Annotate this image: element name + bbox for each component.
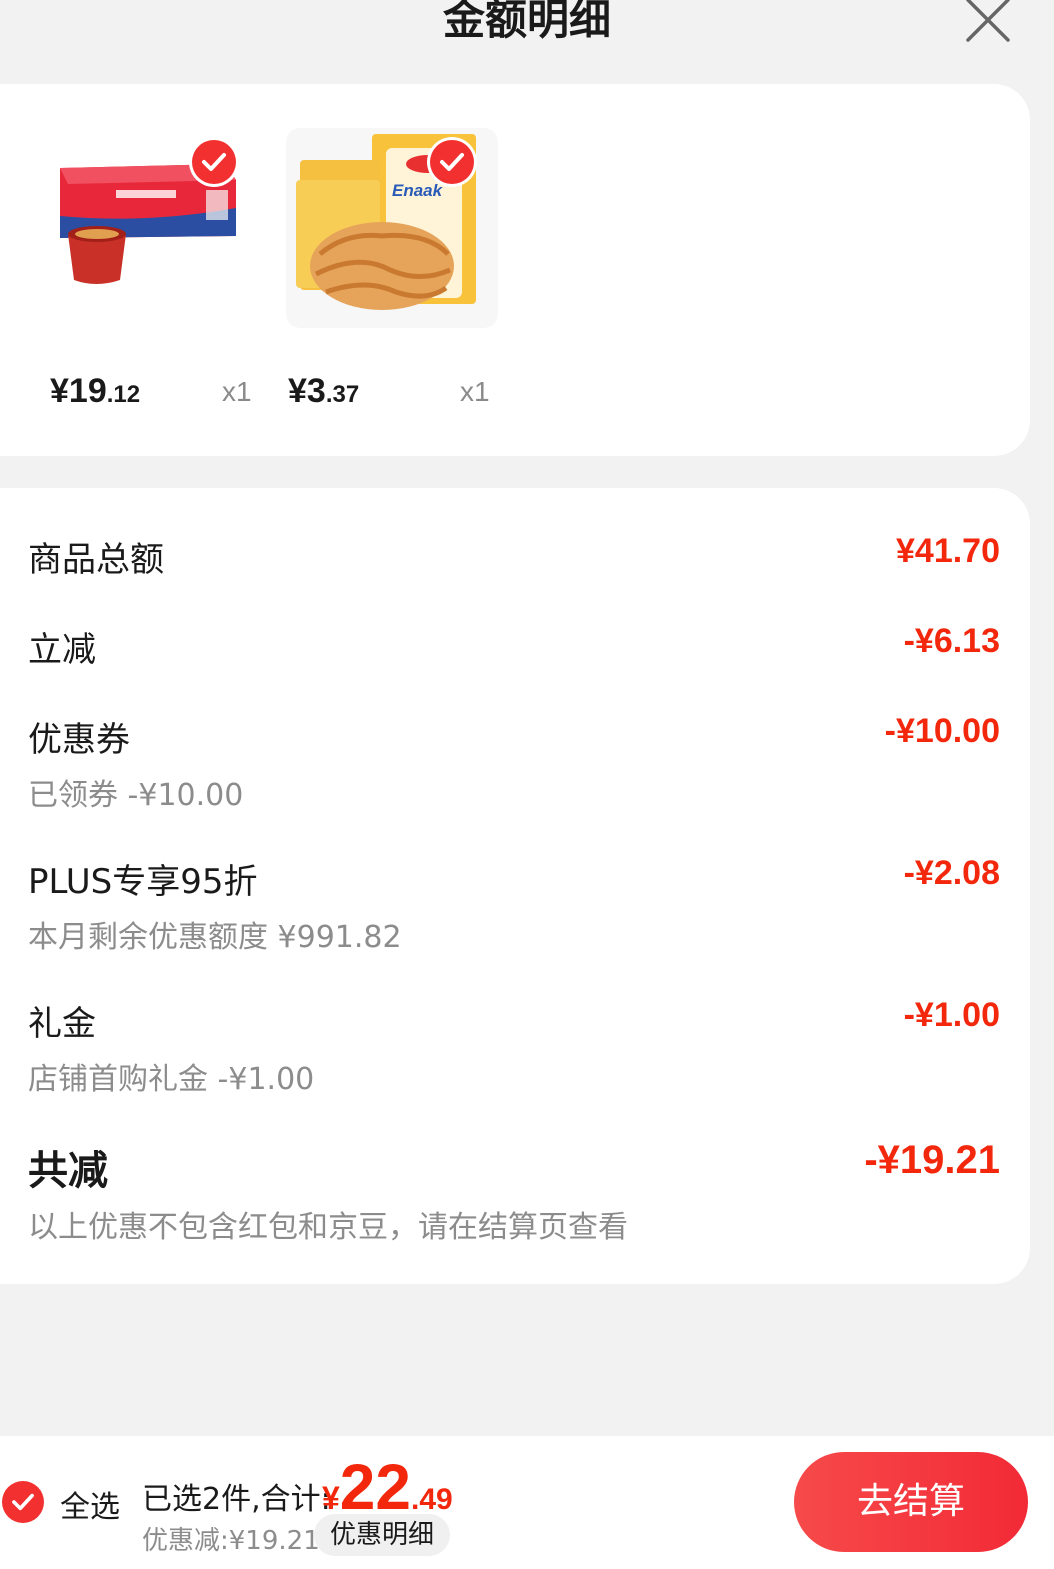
summary-sub: 店铺首购礼金 -¥1.00	[28, 1062, 315, 1097]
discount-detail-button[interactable]: 优惠明细	[314, 1514, 451, 1556]
summary-value: -¥6.13	[903, 622, 1000, 660]
summary-sub: 本月剩余优惠额度 ¥991.82	[28, 920, 402, 955]
summary-value: -¥2.08	[903, 854, 1000, 892]
summary-label: 立减	[28, 630, 96, 670]
page-title: 金额明细	[442, 0, 611, 44]
selected-items-card: ¥19.12 x1 Enaak ¥3.37 x1	[0, 84, 1030, 456]
check-icon[interactable]	[192, 140, 236, 184]
product-price: ¥3.37	[288, 372, 360, 410]
product-price: ¥19.12	[50, 372, 141, 410]
summary-label: 优惠券	[28, 720, 130, 760]
product-item[interactable]: Enaak ¥3.37 x1	[286, 128, 498, 428]
summary-row-gift-money: 礼金 -¥1.00 店铺首购礼金 -¥1.00	[28, 996, 1000, 1097]
price-summary-card: 商品总额 ¥41.70 立减 -¥6.13 优惠券 -¥10.00 已领券 -¥…	[0, 488, 1030, 1284]
check-icon[interactable]	[430, 140, 474, 184]
summary-row-instant-discount: 立减 -¥6.13	[28, 622, 1000, 672]
product-qty: x1	[460, 376, 490, 407]
header: 金额明细	[0, 0, 1054, 60]
summary-row-goods-total: 商品总额 ¥41.70	[28, 532, 1000, 582]
summary-sub: 已领券 -¥10.00	[28, 778, 244, 813]
summary-label: PLUS专享95折	[28, 862, 258, 902]
check-icon[interactable]	[2, 1481, 44, 1523]
summary-value: -¥10.00	[884, 712, 1000, 750]
summary-row-coupon: 优惠券 -¥10.00 已领券 -¥10.00	[28, 712, 1000, 813]
product-item[interactable]: ¥19.12 x1	[46, 128, 258, 428]
summary-label: 商品总额	[28, 540, 164, 580]
discount-amount: 优惠减:¥19.21	[142, 1526, 320, 1556]
summary-total-label: 共减	[28, 1148, 108, 1194]
summary-total-value: -¥19.21	[864, 1138, 1000, 1182]
checkout-bar: 全选 已选2件,合计: ¥22.49 优惠减:¥19.21 优惠明细 去结算	[0, 1436, 1054, 1569]
summary-note: 以上优惠不包含红包和京豆，请在结算页查看	[28, 1210, 628, 1245]
product-brand-text: Enaak	[392, 181, 444, 200]
product-qty: x1	[222, 376, 252, 407]
summary-value: ¥41.70	[896, 532, 1000, 570]
total-price: ¥22.49	[322, 1451, 453, 1523]
summary-value: -¥1.00	[903, 996, 1000, 1034]
summary-row-plus-discount: PLUS专享95折 -¥2.08 本月剩余优惠额度 ¥991.82	[28, 854, 1000, 955]
select-all-label[interactable]: 全选	[60, 1482, 120, 1526]
summary-label: 礼金	[28, 1004, 96, 1044]
selected-count: 已选2件,合计:	[142, 1482, 331, 1517]
summary-row-total-discount: 共减 -¥19.21 以上优惠不包含红包和京豆，请在结算页查看	[28, 1138, 1000, 1248]
close-icon[interactable]	[962, 0, 1014, 46]
checkout-button[interactable]: 去结算	[794, 1452, 1028, 1552]
